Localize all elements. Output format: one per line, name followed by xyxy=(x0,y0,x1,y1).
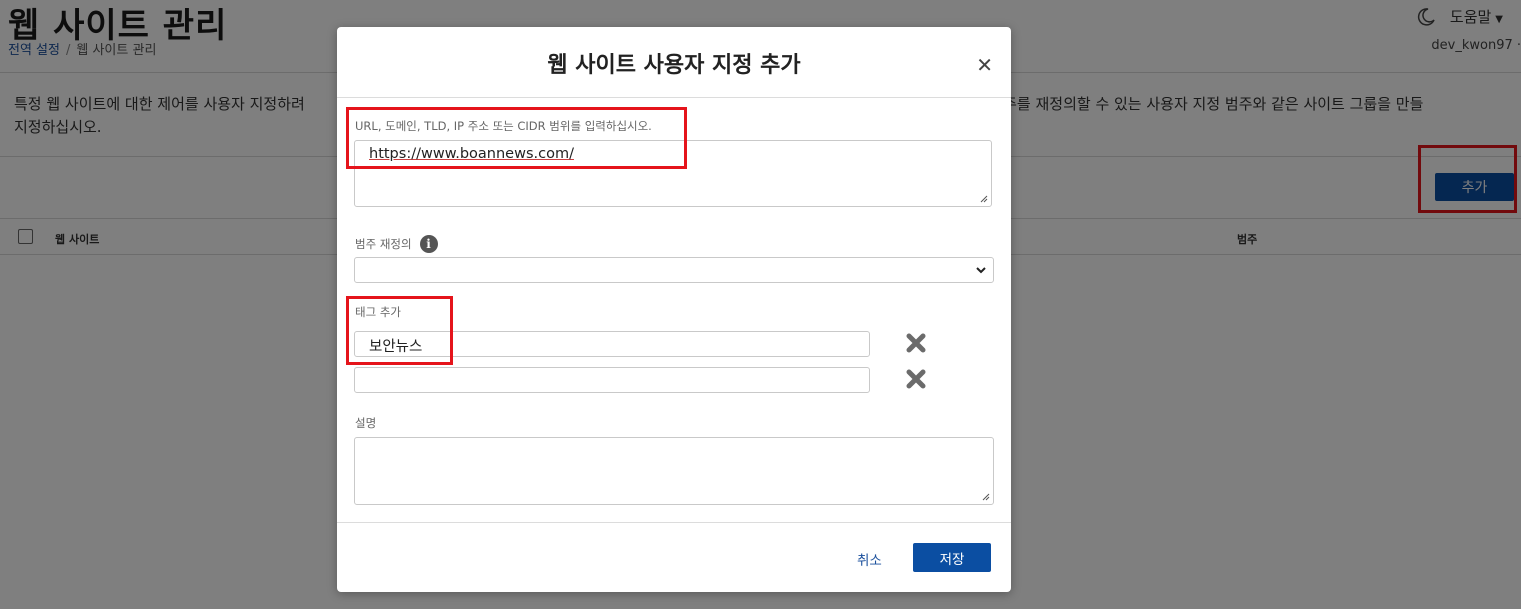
remove-tag-icon[interactable] xyxy=(905,332,927,354)
divider xyxy=(337,522,1011,523)
category-override-select[interactable] xyxy=(354,257,994,283)
highlight-box xyxy=(346,296,453,365)
resize-grip-icon[interactable] xyxy=(980,195,988,203)
add-website-customization-dialog: 웹 사이트 사용자 지정 추가 ✕ URL, 도메인, TLD, IP 주소 또… xyxy=(337,27,1011,592)
tag-input[interactable] xyxy=(354,367,870,393)
info-icon[interactable]: i xyxy=(419,235,438,253)
divider xyxy=(337,97,1011,98)
category-override-label: 범주 재정의 i xyxy=(355,235,438,253)
remove-tag-icon[interactable] xyxy=(905,368,927,390)
close-icon[interactable]: ✕ xyxy=(976,53,993,77)
category-override-text: 범주 재정의 xyxy=(355,237,412,251)
resize-grip-icon[interactable] xyxy=(982,493,990,501)
save-button[interactable]: 저장 xyxy=(913,543,991,572)
description-input[interactable] xyxy=(354,437,994,505)
description-field-label: 설명 xyxy=(355,416,377,430)
dialog-title: 웹 사이트 사용자 지정 추가 xyxy=(547,53,801,78)
highlight-box xyxy=(346,107,687,169)
cancel-button[interactable]: 취소 xyxy=(857,549,882,569)
chevron-down-icon xyxy=(976,267,986,274)
